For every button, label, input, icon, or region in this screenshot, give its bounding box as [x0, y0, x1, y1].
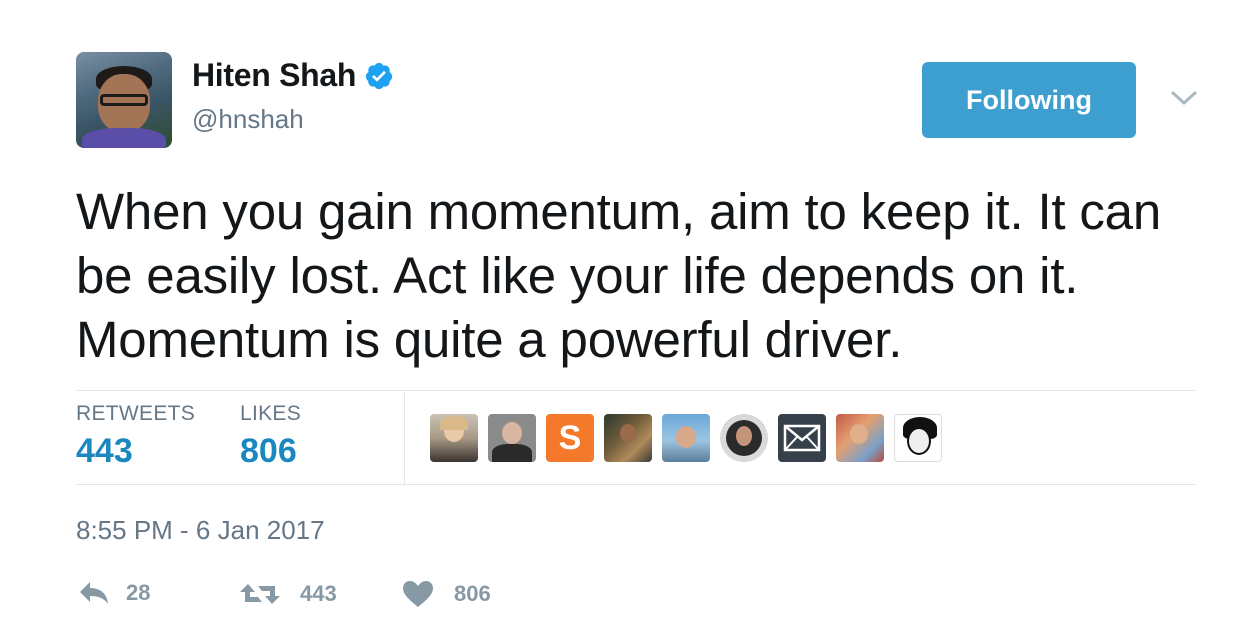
retweets-stat[interactable]: RETWEETS 443	[76, 402, 195, 471]
likes-count: 806	[240, 432, 297, 470]
author-avatar[interactable]	[76, 52, 172, 148]
retweet-icon	[240, 584, 280, 604]
likers-avatar-list: S	[430, 414, 942, 462]
stats-bottom-divider	[76, 484, 1196, 485]
reply-icon	[80, 582, 108, 604]
stats-vertical-divider	[404, 392, 405, 484]
avatar-glasses	[100, 94, 148, 106]
envelope-glyph	[783, 424, 821, 452]
likes-stat[interactable]: LIKES 806	[240, 402, 301, 471]
verified-badge-icon	[366, 62, 393, 89]
author-handle[interactable]: @hnshah	[192, 104, 304, 135]
like-action[interactable]: 806	[402, 580, 491, 608]
retweets-count: 443	[76, 432, 133, 470]
liker-avatar-5[interactable]	[662, 414, 710, 462]
liker-avatar-3-letter: S	[558, 418, 582, 457]
liker-avatar-2[interactable]	[488, 414, 536, 462]
likes-label: LIKES	[240, 402, 302, 425]
liker-avatar-3[interactable]: S	[546, 414, 594, 462]
author-name[interactable]: Hiten Shah	[192, 57, 356, 94]
like-count: 806	[454, 581, 491, 606]
liker-avatar-4[interactable]	[604, 414, 652, 462]
retweet-count: 443	[300, 581, 337, 606]
stats-top-divider	[76, 390, 1196, 391]
liker-avatar-8[interactable]	[836, 414, 884, 462]
liker-avatar-1[interactable]	[430, 414, 478, 462]
retweets-label: RETWEETS	[76, 402, 196, 425]
heart-icon	[403, 581, 433, 607]
retweet-action[interactable]: 443	[238, 580, 337, 608]
author-name-row[interactable]: Hiten Shah	[192, 57, 394, 94]
tweet-text: When you gain momentum, aim to keep it. …	[76, 183, 1161, 368]
liker-avatar-9[interactable]	[894, 414, 942, 462]
avatar-shirt	[82, 128, 166, 148]
chevron-down-icon[interactable]	[1170, 88, 1198, 108]
tweet-timestamp[interactable]: 8:55 PM - 6 Jan 2017	[76, 515, 325, 546]
liker-avatar-6[interactable]	[720, 414, 768, 462]
following-button[interactable]: Following	[922, 62, 1136, 138]
reply-count: 28	[126, 580, 151, 605]
envelope-icon[interactable]	[778, 414, 826, 462]
reply-action[interactable]: 28	[78, 580, 150, 606]
